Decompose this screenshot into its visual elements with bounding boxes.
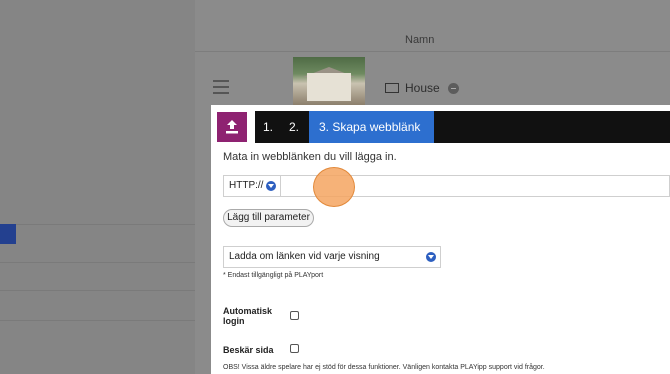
sidebar-active-marker — [0, 224, 16, 244]
url-row: HTTP:// — [223, 175, 670, 197]
auto-login-checkbox[interactable] — [290, 311, 299, 320]
reload-select-value: Ladda om länken vid varje visning — [229, 251, 380, 262]
chevron-down-icon — [266, 181, 276, 191]
image-icon — [385, 83, 399, 93]
house-thumbnail — [293, 57, 365, 105]
protocol-value: HTTP:// — [229, 180, 264, 191]
step-2[interactable]: 2. — [289, 111, 299, 143]
column-header-name: Namn — [405, 34, 435, 46]
sidebar-divider — [0, 290, 195, 291]
crop-page-checkbox[interactable] — [290, 344, 299, 353]
remove-icon — [448, 83, 459, 94]
reload-select[interactable]: Ladda om länken vid varje visning — [223, 246, 441, 268]
background-sidebar — [0, 0, 195, 374]
instruction-text: Mata in webblänken du vill lägga in. — [223, 151, 397, 163]
chevron-down-icon — [426, 252, 436, 262]
sidebar-divider — [0, 320, 195, 321]
auto-login-label: Automatisk login — [223, 306, 273, 326]
upload-button[interactable] — [217, 112, 247, 142]
sidebar-divider — [0, 224, 195, 225]
upload-icon — [226, 120, 238, 134]
create-weblink-dialog: 1. 2. 3. Skapa webblänk Mata in webblänk… — [211, 105, 670, 374]
media-name: House — [405, 81, 440, 95]
protocol-select[interactable]: HTTP:// — [224, 176, 281, 196]
step-3-active[interactable]: 3. Skapa webblänk — [309, 111, 434, 143]
compatibility-notice: OBS! Vissa äldre spelare har ej stöd för… — [223, 364, 545, 371]
sidebar-divider — [0, 262, 195, 263]
click-indicator — [313, 167, 355, 207]
crop-page-label: Beskär sida — [223, 345, 274, 355]
step-1[interactable]: 1. — [263, 111, 273, 143]
step-bar: 1. 2. 3. Skapa webblänk — [255, 111, 670, 143]
drag-handle-icon — [213, 80, 229, 98]
playport-note: * Endast tillgängligt på PLAYport — [223, 272, 324, 279]
add-parameter-button[interactable]: Lägg till parameter — [223, 209, 314, 227]
